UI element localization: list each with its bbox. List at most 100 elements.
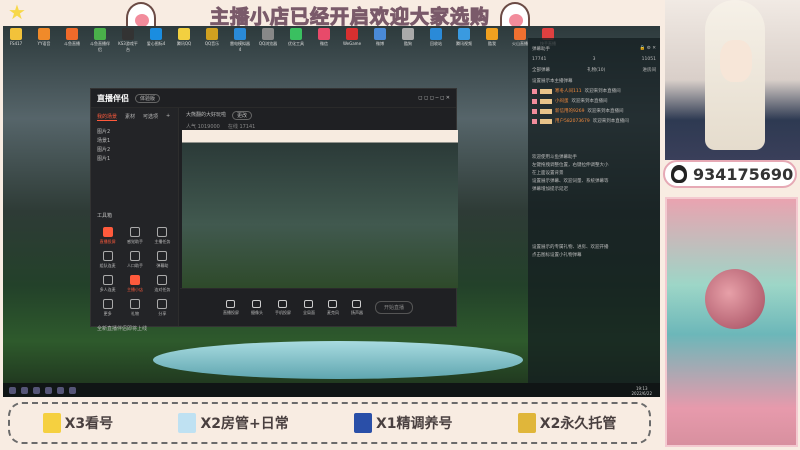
app-icon [458,28,470,40]
window-controls[interactable]: ◻ ◻ ◻ ─ ◻ ✕ [418,95,450,101]
danmu-username: 寒冬人间111 [555,89,582,94]
tool-button[interactable]: 分享 [150,299,175,317]
star-icon: ★ [8,0,26,24]
footer-line: 点击图标设置小礼物弹幕 [532,253,582,258]
panel-controls[interactable]: 🔒 ⚙ ✕ [640,46,656,52]
control-bar: 直播投屏 摄像头 手机投屏 全局面 麦克风 扬声器 开始直播 [180,288,456,326]
desktop-icon-label: WeGame [342,41,362,46]
desktop-icon[interactable]: 斗鱼直播伴侣 [89,28,111,53]
badge-icon [532,118,537,124]
desktop-icon-label: 斗鱼直播 [64,41,80,46]
tool-icon [102,227,113,237]
banner-title: 主播小店已经开启欢迎大家选购 [209,6,490,29]
help-line: 欢迎使用斗鱼弹幕助手 [532,155,577,160]
app-icon [402,28,414,40]
version-pill[interactable]: 体验版 [135,93,161,103]
app-logo: 直播伴侣 [97,93,129,103]
stat-viewers: 17741 [532,57,547,62]
control-button[interactable]: 全局面 [303,299,315,316]
gift-icon [42,413,61,433]
danmu-message: 寒冬人间111 欢迎来到本直播间 [532,88,656,94]
moon-icon [705,269,765,329]
desktop-icon[interactable]: 回收站 [425,28,447,53]
desktop-icon[interactable]: WeGame [341,28,363,53]
control-button[interactable]: 直播投屏 [223,299,239,316]
scene-item[interactable]: 场景1 [91,135,178,144]
desktop-icon[interactable]: 微信 [313,28,335,53]
tool-button[interactable]: 多人连麦 [95,275,120,293]
tab-materials[interactable]: 素材 [125,113,135,121]
tool-button[interactable]: 礼物 [122,299,147,317]
tool-button[interactable]: 连对任务 [150,275,175,293]
taskbar-app-icon[interactable] [45,386,52,394]
level-badge [540,98,552,104]
control-button[interactable]: 麦克风 [327,299,339,316]
tab-all[interactable]: 全部弹幕 [532,67,550,73]
scene-item[interactable]: 图片2 [91,144,178,153]
desktop-icon[interactable]: 斗鱼直播 [61,28,83,53]
app-icon [38,28,50,40]
danmu-username: 小闷蛋 [555,99,569,104]
taskbar-app-icon[interactable] [33,386,40,394]
tool-label: 直播投屏 [99,239,116,244]
tool-button[interactable]: 弹幕助 [150,251,175,269]
start-icon[interactable] [9,386,16,394]
desktop-icon[interactable]: 雷电模拟器4 [229,28,251,53]
tool-button[interactable]: 组队连麦 [95,251,120,269]
tool-button[interactable]: 主播小店 [122,275,147,293]
desktop-icon-label: FS417 [9,41,23,46]
tab-entries[interactable]: 进房间 [643,67,657,73]
danmu-text: 欢迎来到本直播间 [587,109,624,114]
popularity: 人气 1019000 [186,124,220,130]
tool-button[interactable]: 直播投屏 [95,227,120,245]
desktop-icon[interactable]: YY语音 [33,28,55,53]
tool-icon [129,227,140,237]
tab-gifts[interactable]: 礼物(10) [587,67,605,73]
control-button[interactable]: 手机投屏 [275,299,291,316]
desktop-icon[interactable]: QQ音乐 [201,28,223,53]
tool-button[interactable]: 感觉助手 [122,227,147,245]
desktop-icons: FS417 YY语音 斗鱼直播 斗鱼直播伴侣 KS3游戏平台 爱心图标4 腾讯QQ QQ音乐 雷… [3,26,561,55]
tool-button[interactable]: 更多 [95,299,120,317]
desktop-icon[interactable]: FS417 [5,28,27,53]
notice[interactable]: 全新直播伴侣即将上线 [91,321,179,336]
gift-label: X1精调养号 [375,416,453,432]
taskbar-app-icon[interactable] [69,386,76,394]
desktop-icon[interactable]: 腾讯QQ [173,28,195,53]
desktop-icon-label: 火山直播 [512,41,528,46]
scene-item[interactable]: 图片2 [91,126,178,135]
desktop-icon[interactable]: KS3游戏平台 [117,28,139,53]
toolbox-title: 工具箱 [97,213,113,219]
desktop-icon[interactable]: 酷我 [481,28,503,53]
control-button[interactable]: 摄像头 [250,299,263,316]
taskbar-app-icon[interactable] [57,386,64,394]
control-button[interactable]: 扬声器 [351,299,363,316]
danmu-message: 用户582073679 欢迎来到本直播间 [532,118,656,124]
clock-date: 2022/6/22 [631,391,652,396]
tool-label: 礼物 [130,311,139,316]
gift-icon [517,413,536,433]
scene-item[interactable]: 图片1 [91,153,178,162]
badge-icon [532,98,537,104]
qq-number: 934175690 [693,164,794,184]
tab-options[interactable]: 可选项 [143,113,158,121]
tool-button[interactable]: 主播任务 [150,227,175,245]
control-label: 摄像头 [250,309,263,315]
help-line: 在上面设置背景 [532,171,564,176]
desktop-icon[interactable]: 爱心图标4 [145,28,167,53]
tool-button[interactable]: 人口助手 [122,251,147,269]
start-live-button[interactable]: 开始直播 [374,301,413,314]
stream-preview[interactable] [182,130,458,288]
desktop-icon[interactable]: 微博 [369,28,391,53]
desktop-icon[interactable]: QQ浏览器 [257,28,279,53]
tab-scenes[interactable]: 我的场景 [97,113,118,121]
desktop-icon[interactable]: 腾讯视频 [453,28,475,53]
level-badge [540,88,552,94]
taskbar-app-icon[interactable] [21,386,28,394]
desktop-icon[interactable]: 优化工具 [285,28,307,53]
add-scene-button[interactable]: + [166,113,170,121]
room-edit-button[interactable]: 更改 [232,111,253,120]
app-icon [94,28,106,40]
clock[interactable]: 19:13 2022/6/22 [631,386,652,396]
desktop-icon[interactable]: 酷狗 [397,28,419,53]
